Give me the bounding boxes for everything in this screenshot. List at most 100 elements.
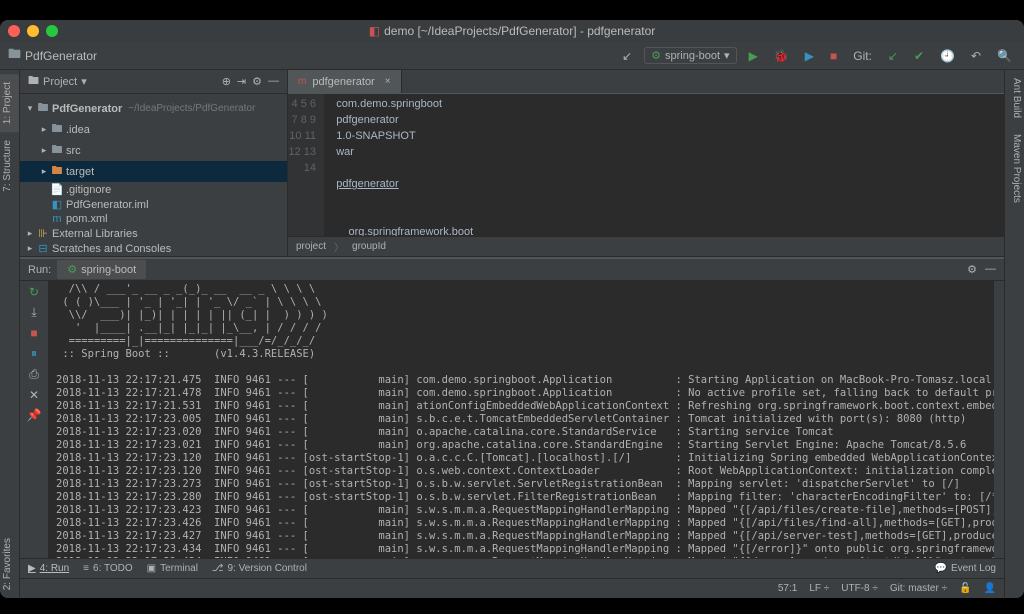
minimize-window-button[interactable] bbox=[27, 25, 39, 37]
editor-tabs: m pdfgenerator × bbox=[288, 70, 1004, 94]
chevron-down-icon[interactable]: ▾ bbox=[81, 75, 87, 88]
gear-icon: ⚙ bbox=[651, 49, 661, 62]
titlebar: ◧demo [~/IdeaProjects/PdfGenerator] - pd… bbox=[0, 20, 1024, 42]
folder-icon: 🖿 bbox=[50, 141, 64, 160]
close-icon[interactable]: × bbox=[385, 76, 391, 87]
close-window-button[interactable] bbox=[8, 25, 20, 37]
chevron-right-icon[interactable]: ▸ bbox=[38, 166, 50, 177]
favorites-toolwindow-tab[interactable]: 2: Favorites bbox=[0, 530, 19, 598]
hide-panel-icon[interactable]: — bbox=[985, 263, 996, 276]
pin-button[interactable]: 📌 bbox=[27, 408, 42, 422]
hide-panel-icon[interactable]: — bbox=[268, 75, 279, 88]
vcs-commit-button[interactable]: ✔ bbox=[910, 47, 928, 65]
project-view-label[interactable]: Project bbox=[43, 76, 77, 88]
gear-icon[interactable]: ⚙ bbox=[252, 75, 262, 88]
bottom-toolbar: ▶ 4: Run ≡ 6: TODO ▣ Terminal ⎇ 9: Versi… bbox=[20, 558, 1004, 578]
git-label: Git: bbox=[849, 47, 876, 65]
gear-icon[interactable]: ⚙ bbox=[967, 263, 977, 276]
console-output[interactable]: /\\ / ___'_ __ _ _(_)_ __ __ _ \ \ \ \ (… bbox=[48, 281, 994, 558]
maven-projects-tab[interactable]: Maven Projects bbox=[1005, 126, 1024, 211]
breadcrumb-item[interactable]: groupId bbox=[352, 241, 386, 252]
window-title: ◧demo [~/IdeaProjects/PdfGenerator] - pd… bbox=[369, 24, 656, 38]
scratches-icon: ⊟ bbox=[36, 242, 50, 255]
build-button[interactable]: ↙ bbox=[618, 47, 636, 65]
file-icon: 📄 bbox=[50, 183, 64, 196]
vertical-scrollbar[interactable] bbox=[994, 281, 1004, 558]
hector-icon[interactable]: 👤 bbox=[984, 583, 996, 594]
editor-body[interactable]: 4 5 6 7 8 9 10 11 12 13 14 com.demo.spri… bbox=[288, 94, 1004, 236]
folder-icon: 🖿 bbox=[50, 162, 64, 181]
event-log-tab[interactable]: 💬 Event Log bbox=[935, 563, 997, 574]
ant-build-tab[interactable]: Ant Build bbox=[1005, 70, 1024, 126]
vcs-toolwindow-tab[interactable]: ⎇ 9: Version Control bbox=[212, 563, 307, 574]
editor-code[interactable]: com.demo.springboot pdfgenerator 1.0-SNA… bbox=[324, 94, 1004, 236]
print-button[interactable]: ⎙ bbox=[29, 367, 39, 382]
project-panel-header: 🖿 Project ▾ ⊕ ⇥ ⚙ — bbox=[20, 70, 287, 94]
tree-item-pom[interactable]: m pom.xml bbox=[20, 212, 287, 226]
editor-breadcrumb: project 〉 groupId bbox=[288, 236, 1004, 256]
maven-icon: m bbox=[298, 76, 306, 87]
editor-area: m pdfgenerator × 4 5 6 7 8 9 10 11 12 13… bbox=[288, 70, 1004, 256]
coverage-button[interactable]: ▶ bbox=[801, 47, 818, 65]
collapse-all-icon[interactable]: ⇥ bbox=[237, 75, 246, 88]
folder-icon: 🖿 bbox=[50, 120, 64, 139]
run-label: Run: bbox=[28, 264, 51, 276]
run-toolwindow-tab[interactable]: ▶ 4: Run bbox=[28, 563, 69, 574]
debug-button[interactable]: 🐞 bbox=[770, 47, 793, 65]
search-icon[interactable]: 🔍 bbox=[993, 47, 1016, 65]
close-button[interactable]: ✕ bbox=[29, 388, 39, 402]
run-button[interactable]: ▶ bbox=[745, 47, 762, 65]
tree-item-gitignore[interactable]: 📄 .gitignore bbox=[20, 182, 287, 197]
maximize-window-button[interactable] bbox=[46, 25, 58, 37]
statusbar: 57:1 LF ÷ UTF-8 ÷ Git: master ÷ 🔓 👤 bbox=[20, 578, 1004, 598]
todo-toolwindow-tab[interactable]: ≡ 6: TODO bbox=[83, 563, 133, 574]
encoding[interactable]: UTF-8 ÷ bbox=[841, 583, 878, 594]
project-tree[interactable]: ▾ 🖿 PdfGenerator ~/IdeaProjects/PdfGener… bbox=[20, 94, 287, 256]
run-side-toolbar: ↻ ⤓ ■ ⏸ ⎙ ✕ 📌 bbox=[20, 281, 48, 558]
chevron-right-icon[interactable]: ▸ bbox=[24, 228, 36, 239]
lock-icon[interactable]: 🔓 bbox=[959, 583, 971, 594]
chevron-right-icon[interactable]: ▸ bbox=[38, 124, 50, 135]
chevron-right-icon[interactable]: ▸ bbox=[38, 145, 50, 156]
ide-window: ◧demo [~/IdeaProjects/PdfGenerator] - pd… bbox=[0, 20, 1024, 598]
pause-button[interactable]: ⏸ bbox=[31, 346, 37, 361]
gear-icon: ⚙ bbox=[67, 263, 77, 276]
terminal-toolwindow-tab[interactable]: ▣ Terminal bbox=[147, 563, 198, 574]
vcs-history-button[interactable]: 🕘 bbox=[936, 47, 959, 65]
chevron-down-icon[interactable]: ▾ bbox=[24, 103, 36, 114]
app-icon: ◧ bbox=[369, 24, 380, 38]
run-tab[interactable]: ⚙ spring-boot bbox=[57, 260, 146, 279]
structure-toolwindow-tab[interactable]: 7: Structure bbox=[0, 132, 19, 200]
stop-button[interactable]: ■ bbox=[826, 47, 841, 65]
window-controls bbox=[8, 25, 58, 37]
folder-icon: 🖿 bbox=[8, 45, 21, 67]
tree-item-scratches[interactable]: ▸ ⊟ Scratches and Consoles bbox=[20, 241, 287, 256]
main-area: 1: Project 7: Structure 2: Favorites 🖿 P… bbox=[0, 70, 1024, 598]
chevron-right-icon[interactable]: ▸ bbox=[24, 243, 36, 254]
run-panel: Run: ⚙ spring-boot ⚙ — ↻ ⤓ bbox=[20, 256, 1004, 558]
vcs-revert-button[interactable]: ↶ bbox=[967, 47, 985, 65]
tree-root[interactable]: ▾ 🖿 PdfGenerator ~/IdeaProjects/PdfGener… bbox=[20, 98, 287, 119]
rerun-button[interactable]: ↻ bbox=[29, 285, 39, 299]
tree-item-idea[interactable]: ▸ 🖿 .idea bbox=[20, 119, 287, 140]
nav-breadcrumb[interactable]: PdfGenerator bbox=[25, 49, 97, 63]
tree-item-external-libs[interactable]: ▸ ⊪ External Libraries bbox=[20, 226, 287, 241]
caret-position[interactable]: 57:1 bbox=[778, 583, 797, 594]
scroll-from-source-icon[interactable]: ⊕ bbox=[222, 75, 231, 88]
breadcrumb-item[interactable]: project bbox=[296, 241, 326, 252]
attach-button[interactable]: ⤓ bbox=[31, 305, 36, 320]
stop-button[interactable]: ■ bbox=[30, 326, 37, 340]
git-branch-widget[interactable]: Git: master ÷ bbox=[890, 583, 947, 594]
tree-item-src[interactable]: ▸ 🖿 src bbox=[20, 140, 287, 161]
editor-tab-pom[interactable]: m pdfgenerator × bbox=[288, 70, 402, 93]
tree-item-iml[interactable]: ◧ PdfGenerator.iml bbox=[20, 197, 287, 212]
iml-icon: ◧ bbox=[50, 198, 64, 211]
tree-item-target[interactable]: ▸ 🖿 target bbox=[20, 161, 287, 182]
line-separator[interactable]: LF ÷ bbox=[809, 583, 829, 594]
project-view-icon: 🖿 bbox=[28, 72, 39, 91]
main-toolbar: 🖿 PdfGenerator ↙ ⚙ spring-boot ▾ ▶ 🐞 ▶ ■… bbox=[0, 42, 1024, 70]
left-gutter: 1: Project 7: Structure 2: Favorites bbox=[0, 70, 20, 598]
vcs-update-button[interactable]: ↙ bbox=[884, 47, 902, 65]
project-toolwindow-tab[interactable]: 1: Project bbox=[0, 74, 19, 132]
run-config-selector[interactable]: ⚙ spring-boot ▾ bbox=[644, 47, 736, 64]
